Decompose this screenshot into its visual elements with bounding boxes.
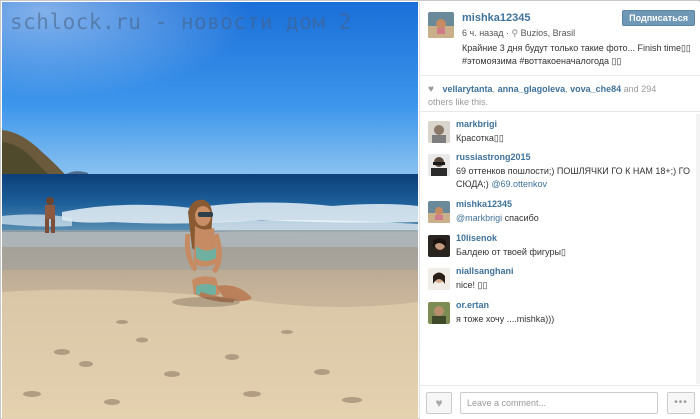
avatar[interactable] (428, 154, 450, 176)
post-header: mishka12345 Подписаться 6 ч. назад · ⚲ B… (420, 2, 700, 76)
comment-item: or.ertan я тоже хочу ....mishka))) (420, 299, 700, 339)
follow-button[interactable]: Подписаться (622, 10, 695, 26)
comment-mention[interactable]: @69.ottenkov (491, 179, 547, 189)
comment-bar: ♥ ••• (420, 385, 700, 419)
comment-input[interactable] (460, 392, 658, 414)
avatar[interactable] (428, 302, 450, 324)
comment-username[interactable]: niallsanghani (456, 266, 514, 276)
post-username[interactable]: mishka12345 (462, 12, 531, 24)
comment-text: 69 оттенков пошлости;) ПОШЛЯЧКИ ГО К НАМ… (456, 165, 692, 191)
likes-suffix: others like this. (428, 97, 489, 107)
post-meta: 6 ч. назад · ⚲ Buzios, Brasil (462, 28, 576, 38)
heart-icon: ♥ (435, 396, 443, 410)
beach-photo (2, 2, 418, 419)
comment-text: я тоже хочу ....mishka))) (456, 314, 555, 324)
comment-text: nice! ▯▯ (456, 280, 488, 290)
watermark: schlock.ru - новости дом 2 (10, 10, 352, 34)
comment-body: спасибо (504, 213, 539, 223)
post-photo[interactable]: schlock.ru - новости дом 2 (2, 2, 418, 419)
comment-username[interactable]: 10lisenok (456, 233, 497, 243)
comment-username[interactable]: markbrigi (456, 119, 497, 129)
avatar[interactable] (428, 121, 450, 143)
comment-item: russiastrong2015 69 оттенков пошлости;) … (420, 151, 700, 199)
instagram-embed: schlock.ru - новости дом 2 mishka12345 П… (0, 0, 700, 419)
comment-text: Балдею от твоей фигуры▯ (456, 247, 566, 257)
post-sidebar: mishka12345 Подписаться 6 ч. назад · ⚲ B… (419, 2, 700, 419)
avatar[interactable] (428, 201, 450, 223)
liker-name[interactable]: vova_che84 (570, 84, 621, 94)
comment-username[interactable]: russiastrong2015 (456, 152, 531, 162)
post-location[interactable]: Buzios, Brasil (521, 28, 576, 38)
liker-name[interactable]: anna_glagoleva (498, 84, 566, 94)
comments-list[interactable]: markbrigi Красотка▯▯ russiastrong2015 69… (420, 114, 700, 384)
post-caption: Крайние 3 дня будут только такие фото...… (462, 43, 691, 66)
more-options-button[interactable]: ••• (667, 392, 695, 414)
comment-username[interactable]: mishka12345 (456, 199, 512, 209)
avatar[interactable] (428, 12, 454, 38)
likes-summary: ♥ vellarytanta, anna_glagoleva, vova_che… (420, 76, 700, 112)
comment-mention[interactable]: @markbrigi (456, 213, 502, 223)
comments-scrollbar[interactable] (696, 114, 700, 384)
avatar[interactable] (428, 235, 450, 257)
comment-text: @markbrigi спасибо (456, 212, 692, 225)
pin-icon: ⚲ (511, 28, 519, 38)
post-time[interactable]: 6 ч. назад (462, 28, 503, 38)
ellipsis-icon: ••• (674, 397, 688, 408)
avatar[interactable] (428, 268, 450, 290)
heart-icon: ♥ (428, 84, 434, 95)
likes-count[interactable]: and 294 (624, 84, 657, 94)
liker-name[interactable]: vellarytanta (443, 84, 493, 94)
comment-username[interactable]: or.ertan (456, 300, 489, 310)
comment-text: Красотка▯▯ (456, 133, 504, 143)
like-button[interactable]: ♥ (426, 392, 452, 414)
